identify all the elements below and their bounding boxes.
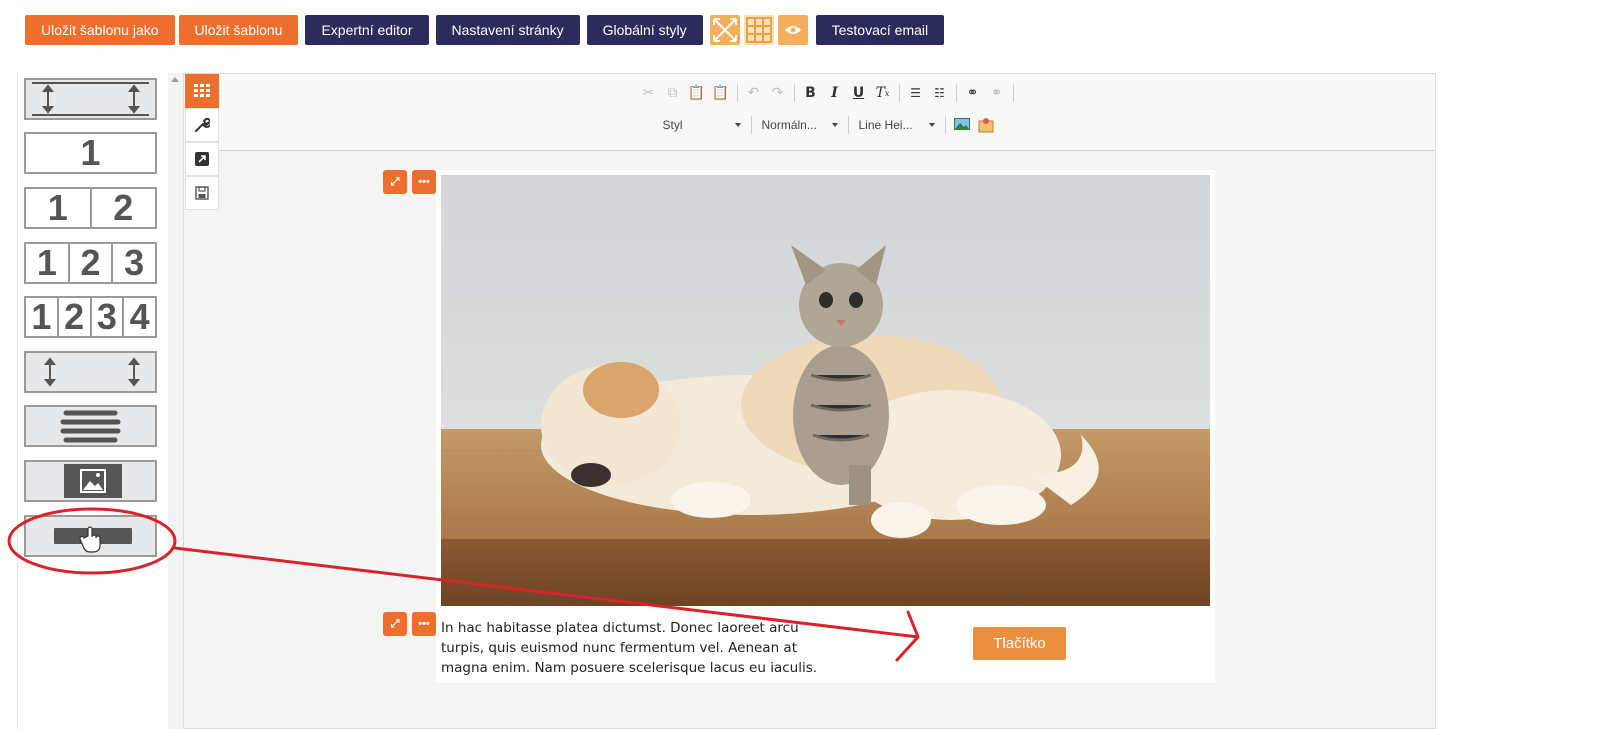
- fullscreen-button[interactable]: [709, 15, 740, 45]
- grid-icon: [745, 17, 772, 43]
- image-block[interactable]: [24, 460, 157, 502]
- row-move-handle[interactable]: ⤢: [383, 170, 407, 194]
- puppy-kitten-photo: [441, 175, 1210, 606]
- body-text[interactable]: In hac habitasse platea dictumst. Donec …: [441, 618, 841, 678]
- button-hand-icon: [54, 526, 132, 553]
- column-number: 1: [26, 187, 90, 228]
- spacer-block[interactable]: [24, 351, 157, 393]
- style-select-value: Styl: [662, 118, 683, 132]
- insert-placeholder-icon[interactable]: [974, 114, 998, 136]
- paste-icon[interactable]: 📋: [685, 82, 709, 104]
- copy-icon[interactable]: ⧉: [661, 82, 685, 104]
- page-settings-button[interactable]: Nastavení stránky: [435, 15, 580, 45]
- image-icon: [64, 464, 122, 498]
- insert-image-icon[interactable]: [950, 114, 974, 136]
- text-lines-icon: [60, 410, 121, 443]
- toolbar-separator: [736, 84, 738, 102]
- redo-icon[interactable]: ↷: [766, 82, 790, 104]
- toolbar-separator: [793, 84, 795, 102]
- row-move-handle[interactable]: ⤢: [383, 612, 407, 636]
- column-number: 3: [111, 242, 156, 283]
- palette-scrollbar[interactable]: [168, 73, 183, 729]
- save-template-as-button[interactable]: Uložit šablonu jako: [25, 15, 175, 45]
- editor-side-tabs: [185, 74, 219, 210]
- button-block[interactable]: [24, 515, 157, 557]
- remove-format-icon[interactable]: Tx: [871, 82, 895, 104]
- tab-export[interactable]: [185, 142, 219, 176]
- column-number: 2: [67, 242, 112, 283]
- column-number: 1: [26, 242, 68, 283]
- eye-icon: [784, 26, 801, 34]
- cta-button[interactable]: Tlačítko: [973, 627, 1066, 660]
- fullscreen-icon: [712, 18, 737, 42]
- grid-toggle-button[interactable]: [743, 15, 774, 45]
- chevron-down-icon: [928, 123, 935, 127]
- two-column-block[interactable]: 12: [24, 187, 157, 229]
- column-number: 4: [122, 296, 155, 337]
- tab-settings[interactable]: [185, 108, 219, 142]
- italic-icon[interactable]: I: [823, 82, 847, 104]
- toolbar-separator: [750, 116, 752, 134]
- one-column-block[interactable]: 1: [24, 132, 157, 174]
- scroll-up-arrow[interactable]: [171, 77, 179, 82]
- block-palette: 1 12 123 1234: [17, 73, 169, 729]
- toolbar-separator: [1012, 84, 1014, 102]
- bulleted-list-icon[interactable]: ☷: [928, 82, 952, 104]
- link-icon[interactable]: ⚭: [961, 82, 985, 104]
- unlink-icon[interactable]: ⚭: [985, 82, 1009, 104]
- format-select[interactable]: Normáln...: [756, 114, 844, 136]
- toolbar-row-1: ✂ ⧉ 📋 📋 ↶ ↷ B I U Tx ☰ ☷ ⚭ ⚭: [219, 82, 1435, 104]
- paste-text-icon[interactable]: 📋: [709, 82, 733, 104]
- toolbar-row-2: Styl Normáln... Line Hei...: [219, 114, 1435, 136]
- toolbar-separator: [898, 84, 900, 102]
- underline-icon[interactable]: U: [847, 82, 871, 104]
- chevron-down-icon: [734, 123, 741, 127]
- toolbar-separator: [955, 84, 957, 102]
- column-number: 1: [26, 296, 57, 337]
- vertical-spacer-icon: [32, 82, 149, 116]
- top-toolbar: Uložit šablonu jako Uložit šablonu Exper…: [25, 15, 945, 45]
- line-height-select[interactable]: Line Hei...: [853, 114, 941, 136]
- line-height-select-value: Line Hei...: [858, 118, 913, 132]
- format-select-value: Normáln...: [761, 118, 817, 132]
- wrench-icon: [195, 117, 210, 132]
- column-number: 2: [56, 296, 90, 337]
- rich-text-toolbar: ✂ ⧉ 📋 📋 ↶ ↷ B I U Tx ☰ ☷ ⚭ ⚭ Styl Normál…: [219, 74, 1435, 151]
- expert-editor-button[interactable]: Expertní editor: [305, 15, 429, 45]
- spacer-block-wide[interactable]: [24, 78, 157, 120]
- row-options-button[interactable]: •••: [412, 612, 436, 636]
- tab-save[interactable]: [185, 176, 219, 210]
- toolbar-separator: [944, 116, 946, 134]
- four-column-block[interactable]: 1234: [24, 296, 157, 338]
- text-block[interactable]: [24, 405, 157, 447]
- three-column-block[interactable]: 123: [24, 242, 157, 284]
- undo-icon[interactable]: ↶: [742, 82, 766, 104]
- column-number: 1: [26, 132, 155, 173]
- external-icon: [195, 152, 209, 166]
- test-email-button[interactable]: Testovací email: [815, 15, 945, 45]
- grid-icon: [194, 84, 210, 97]
- global-styles-button[interactable]: Globální styly: [586, 15, 703, 45]
- row-options-button[interactable]: •••: [412, 170, 436, 194]
- numbered-list-icon[interactable]: ☰: [904, 82, 928, 104]
- vertical-spacer-icon: [43, 357, 141, 387]
- preview-button[interactable]: [777, 15, 808, 45]
- save-icon: [195, 186, 209, 200]
- column-number: 3: [89, 296, 123, 337]
- cut-icon[interactable]: ✂: [637, 82, 661, 104]
- toolbar-separator: [847, 116, 849, 134]
- column-number: 2: [89, 187, 155, 228]
- tab-blocks[interactable]: [185, 74, 219, 108]
- chevron-down-icon: [831, 123, 838, 127]
- style-select[interactable]: Styl: [657, 114, 747, 136]
- content-image[interactable]: [441, 175, 1210, 606]
- save-template-button[interactable]: Uložit šablonu: [178, 15, 299, 45]
- bold-icon[interactable]: B: [799, 82, 823, 104]
